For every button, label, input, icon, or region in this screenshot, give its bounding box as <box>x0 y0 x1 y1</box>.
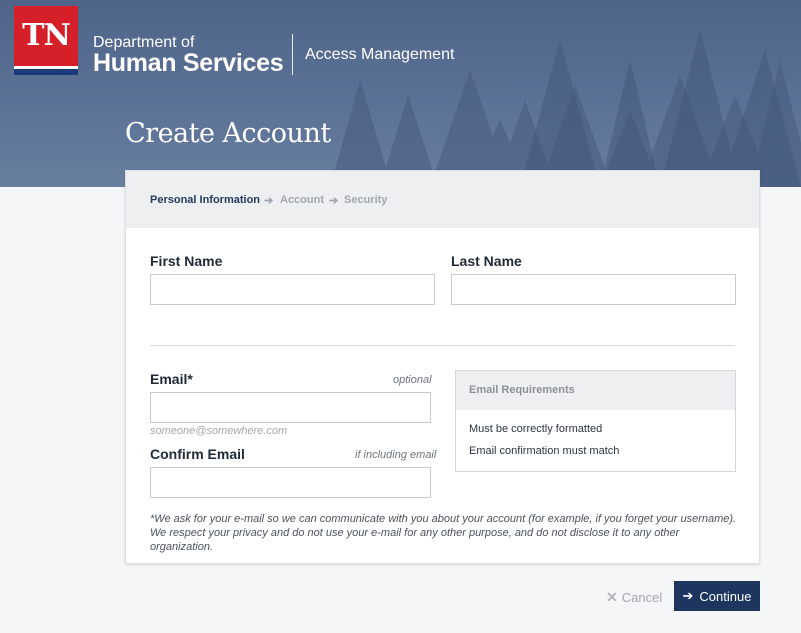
last-name-input[interactable] <box>451 274 736 305</box>
header-banner: TN Department of Human Services Access M… <box>0 0 801 187</box>
email-requirements-title: Email Requirements <box>469 384 575 396</box>
requirement-item: Email confirmation must match <box>469 445 620 457</box>
arrow-right-icon: ➔ <box>264 195 274 207</box>
arrow-right-icon: ➔ <box>329 195 339 207</box>
continue-button[interactable]: ➔ Continue <box>674 581 760 611</box>
privacy-footnote: *We ask for your e-mail so we can commun… <box>150 513 737 553</box>
confirm-email-input[interactable] <box>150 467 431 498</box>
page-title: Create Account <box>125 118 331 149</box>
first-name-input[interactable] <box>150 274 435 305</box>
step-security: Security <box>344 194 388 206</box>
continue-label: Continue <box>699 588 752 604</box>
step-account: Account <box>280 194 324 206</box>
tn-logo[interactable]: TN <box>14 6 78 75</box>
step-personal-information: Personal Information <box>150 194 261 206</box>
logo-stripe-blue <box>14 69 78 75</box>
email-example-note: someone@somewhere.com <box>150 425 288 437</box>
app-name: Access Management <box>305 46 455 63</box>
logo-text: TN <box>22 18 71 53</box>
progress-steps: Personal Information ➔ Account ➔ Securit… <box>126 171 759 228</box>
email-input[interactable] <box>150 392 431 423</box>
confirm-email-label: Confirm Email <box>150 446 245 462</box>
create-account-card: Personal Information ➔ Account ➔ Securit… <box>125 170 760 564</box>
requirement-item: Must be correctly formatted <box>469 423 603 435</box>
close-icon: ✕ <box>606 589 618 605</box>
last-name-label: Last Name <box>451 253 522 269</box>
email-optional-hint: optional <box>393 374 432 386</box>
email-requirements-header: Email Requirements <box>456 371 735 410</box>
first-name-label: First Name <box>150 253 223 269</box>
confirm-email-hint: if including email <box>355 449 437 461</box>
email-requirements-panel: Email Requirements Must be correctly for… <box>455 370 736 472</box>
cancel-label: Cancel <box>621 590 663 605</box>
forest-background <box>330 30 801 187</box>
department-line-2: Human Services <box>93 49 284 77</box>
email-label: Email* <box>150 371 193 387</box>
arrow-right-icon: ➔ <box>682 588 694 603</box>
section-divider <box>150 345 735 346</box>
header-divider <box>292 34 293 75</box>
cancel-button[interactable]: ✕ Cancel <box>606 589 662 606</box>
